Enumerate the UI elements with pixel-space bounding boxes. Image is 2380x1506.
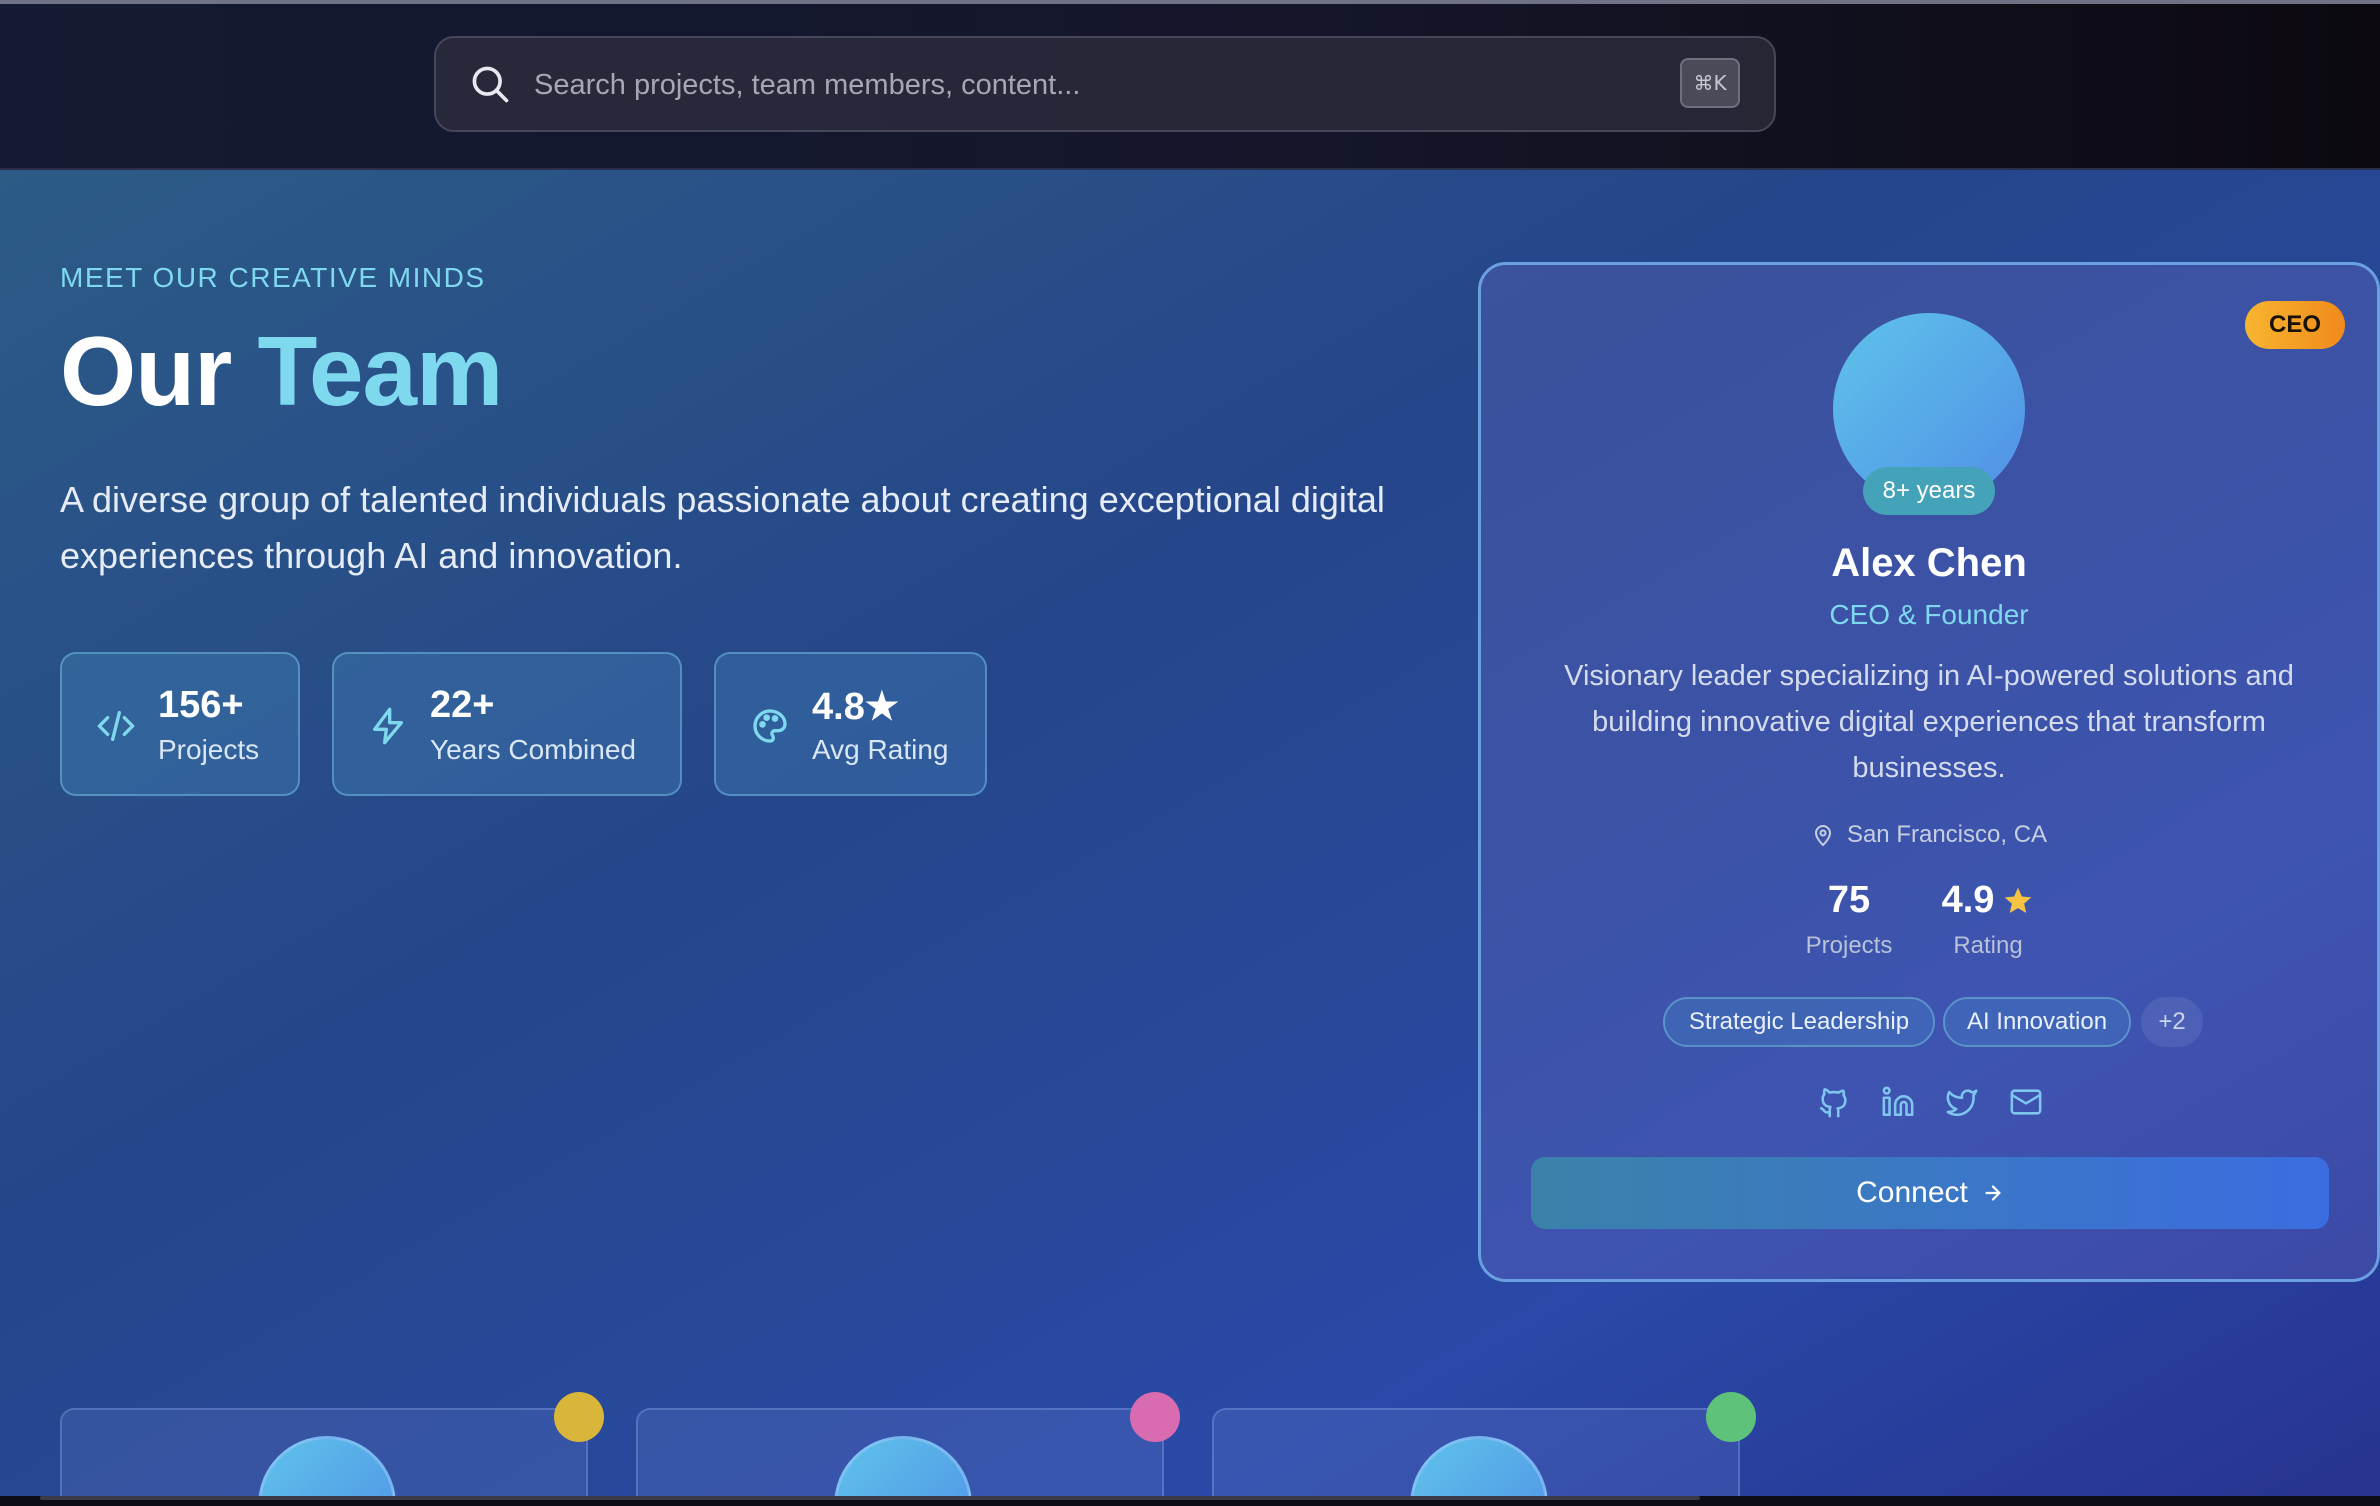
skill-tag: AI Innovation [1943,997,2131,1047]
lightning-icon [373,707,403,745]
palette-icon [753,709,787,743]
experience-badge: 8+ years [1863,467,1995,515]
more-skills-tag[interactable]: +2 [2141,997,2203,1047]
title-plain: Our [60,316,232,426]
github-icon [1819,1088,1847,1118]
stat-years: 22+ Years Combined [332,652,682,796]
section-eyebrow: MEET OUR CREATIVE MINDS [60,262,486,293]
member-location: San Francisco, CA [1481,821,2377,849]
stat-value: 156+ [158,684,244,726]
projects-value: 75 [1827,879,1871,921]
stat-projects: 156+ Projects [60,652,300,796]
team-member-card[interactable] [60,1408,588,1506]
rating-value: 4.9 [1941,879,1995,921]
page-title: Our Team [60,316,503,426]
linkedin-link[interactable] [1881,1085,1915,1119]
team-section: MEET OUR CREATIVE MINDS Our Team A diver… [0,170,2380,1506]
featured-member-card: CEO 8+ years Alex Chen CEO & Founder Vis… [1478,262,2380,1282]
stat-value: 4.8★ [812,686,899,728]
stat-value: 22+ [430,684,495,726]
section-description: A diverse group of talented individuals … [60,479,1385,576]
email-link[interactable] [2009,1085,2043,1119]
mail-icon [2010,1089,2042,1115]
status-dot [554,1392,604,1442]
connect-button[interactable]: Connect [1531,1157,2329,1229]
role-badge: CEO [2245,301,2345,349]
location-text: San Francisco, CA [1846,821,2048,848]
github-link[interactable] [1817,1085,1851,1119]
team-member-card[interactable] [1212,1408,1740,1506]
linkedin-icon [1882,1086,1914,1117]
map-pin-icon [1814,825,1831,847]
member-role: CEO & Founder [1829,599,2029,630]
member-rating: 4.9 Rating [1923,879,2053,960]
status-dot [1706,1392,1756,1442]
skill-tag: Strategic Leadership [1663,997,1935,1047]
rating-label: Rating [1953,932,2023,959]
team-member-card[interactable] [636,1408,1164,1506]
stat-label: Years Combined [430,734,636,765]
arrow-right-icon [1985,1185,2001,1201]
search-input[interactable] [532,58,1536,112]
stat-rating: 4.8★ Avg Rating [714,652,987,796]
member-bio: Visionary leader specializing in AI-powe… [1564,660,2294,784]
member-projects: 75 Projects [1799,879,1899,960]
title-accent: Team [257,316,503,426]
bottom-edge [0,1496,2380,1506]
search-icon [472,66,509,103]
stat-label: Projects [158,734,260,765]
twitter-icon [1946,1089,1978,1117]
keyboard-shortcut-hint: ⌘K [1680,58,1740,108]
projects-label: Projects [1805,932,1893,959]
member-name: Alex Chen [1831,541,2027,585]
search-bar[interactable]: ⌘K [434,36,1776,132]
connect-label: Connect [1856,1176,1968,1209]
star-icon [2005,887,2032,913]
code-icon [97,711,135,741]
top-bar: ⌘K [0,0,2380,170]
status-dot [1130,1392,1180,1442]
twitter-link[interactable] [1945,1085,1979,1119]
stat-label: Avg Rating [812,734,949,765]
